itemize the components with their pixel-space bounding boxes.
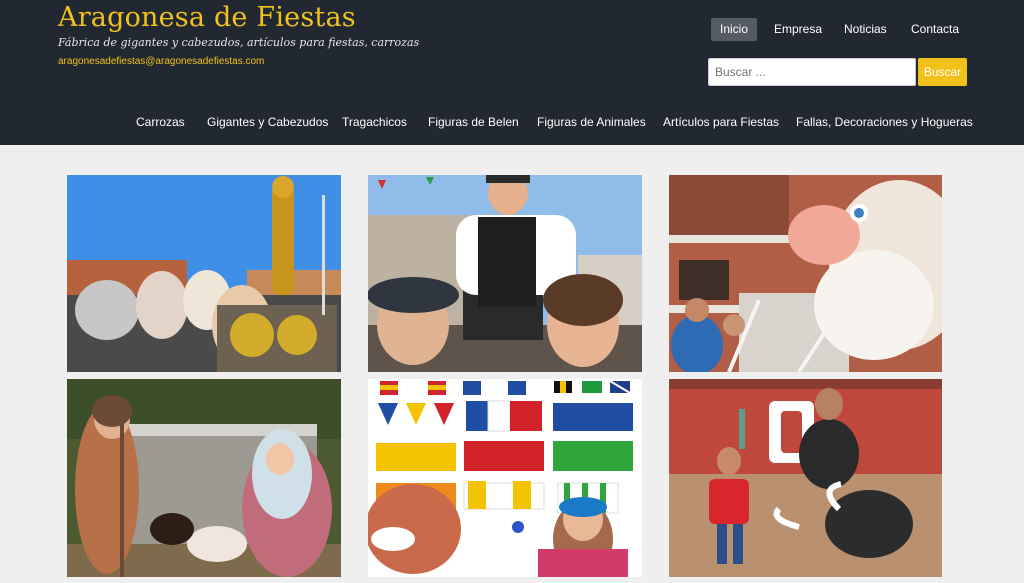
gallery-tile-carrozas[interactable] — [67, 175, 341, 372]
main-nav-figuras-de-animales[interactable]: Figuras de Animales — [537, 112, 646, 132]
gallery-tile-gigantes-y-cabezudos[interactable] — [368, 175, 642, 372]
contact-email-link[interactable]: aragonesadefiestas@aragonesadefiestas.co… — [58, 56, 264, 67]
main-nav-figuras-de-belen[interactable]: Figuras de Belen — [428, 112, 519, 132]
top-nav-noticias[interactable]: Noticias — [844, 18, 887, 41]
gallery-tile-toro[interactable] — [669, 379, 942, 577]
cabezudo-photo — [669, 175, 942, 372]
main-nav-articulos-para-fiestas[interactable]: Artículos para Fiestas — [663, 112, 779, 132]
articulos-fiestas-photo — [368, 379, 642, 577]
carroza-photo — [67, 175, 341, 372]
main-nav: Carrozas Gigantes y Cabezudos Tragachico… — [0, 112, 1024, 132]
top-nav-inicio[interactable]: Inicio — [711, 18, 758, 41]
top-nav-contacta[interactable]: Contacta — [911, 18, 959, 41]
site-header: Aragonesa de Fiestas Fábrica de gigantes… — [0, 0, 1024, 145]
toro-photo — [669, 379, 942, 577]
gallery-tile-articulos-fiestas[interactable] — [368, 379, 642, 577]
top-nav-empresa[interactable]: Empresa — [774, 18, 822, 41]
gallery-tile-belen[interactable] — [67, 379, 341, 577]
gigantes-photo — [368, 175, 642, 372]
main-nav-carrozas[interactable]: Carrozas — [136, 112, 185, 132]
main-nav-tragachicos[interactable]: Tragachicos — [342, 112, 407, 132]
gallery-tile-cabezudo[interactable] — [669, 175, 942, 372]
site-title[interactable]: Aragonesa de Fiestas — [58, 2, 356, 33]
site-tagline: Fábrica de gigantes y cabezudos, artícul… — [58, 36, 420, 49]
search-input[interactable] — [708, 58, 916, 86]
main-nav-fallas-decoraciones-hogueras[interactable]: Fallas, Decoraciones y Hogueras — [796, 112, 973, 132]
main-nav-gigantes-y-cabezudos[interactable]: Gigantes y Cabezudos — [207, 112, 328, 132]
belen-photo — [67, 379, 341, 577]
search-button[interactable]: Buscar — [918, 58, 967, 86]
